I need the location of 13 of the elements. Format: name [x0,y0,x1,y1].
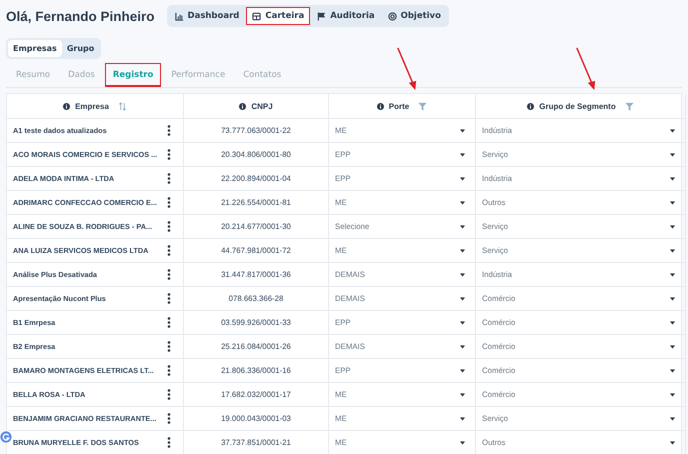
toggle-option[interactable]: Grupo [62,40,100,57]
nav-tab[interactable]: Auditoria [311,7,381,25]
greeting-title: Olá, Fernando Pinheiro [6,8,155,24]
column-title: CNPJ [251,102,273,110]
tab[interactable]: Contatos [235,63,290,87]
tab[interactable]: Registro [104,63,162,87]
nav-tab[interactable]: Carteira [246,7,310,25]
column-title: Empresa [75,102,109,110]
nav-tab[interactable]: Dashboard [168,7,246,25]
toggle-option[interactable]: Empresas [8,40,62,57]
nav-tab[interactable]: Objetivo [382,7,447,25]
column-title: Grupo de Segmento [539,102,616,110]
column-title: Porte [388,102,410,110]
